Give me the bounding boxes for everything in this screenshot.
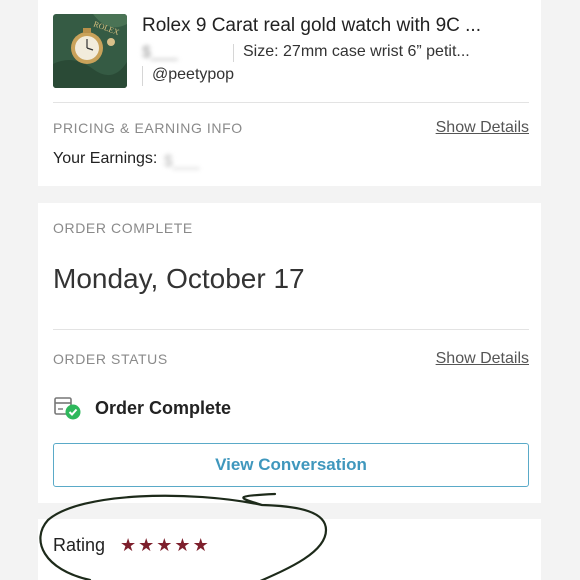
view-conversation-button[interactable]: View Conversation: [53, 443, 529, 487]
your-earnings: Your Earnings: $___: [53, 150, 236, 170]
earnings-label: Your Earnings:: [53, 150, 158, 167]
seller-separator: [142, 66, 143, 86]
item-size: Size: 27mm case wrist 6” petit...: [243, 43, 470, 60]
seller-username[interactable]: @peetypop: [152, 66, 234, 84]
star-icon: ★: [120, 535, 137, 555]
order-status-row: Order Complete: [53, 395, 231, 421]
package-check-icon: [53, 395, 83, 421]
pricing-show-details-link[interactable]: Show Details: [436, 119, 529, 137]
star-icon: ★: [156, 535, 173, 555]
order-status-label: Order Complete: [95, 397, 232, 418]
rating-stars: ★ ★ ★ ★ ★: [120, 534, 209, 556]
rating-label: Rating: [53, 535, 106, 555]
star-icon: ★: [192, 535, 209, 555]
order-status-show-details-link[interactable]: Show Details: [436, 350, 529, 368]
watch-image: ROLEX: [53, 14, 127, 88]
pricing-heading: PRICING & EARNING INFO: [53, 120, 243, 136]
order-card: ORDER COMPLETE Monday, October 17 ORDER …: [38, 203, 541, 503]
divider: [53, 329, 529, 330]
item-thumbnail[interactable]: ROLEX: [53, 14, 127, 88]
item-price: $___: [142, 44, 178, 61]
item-card: ROLEX Rolex 9 Carat real gold watch with…: [38, 0, 541, 186]
divider: [53, 102, 529, 103]
price-separator: [233, 44, 234, 62]
order-detail-column: ROLEX Rolex 9 Carat real gold watch with…: [38, 0, 541, 580]
order-date: Monday, October 17: [53, 263, 305, 294]
order-complete-heading: ORDER COMPLETE: [53, 220, 193, 236]
earnings-value: $___: [163, 152, 200, 170]
item-title[interactable]: Rolex 9 Carat real gold watch with 9C ..…: [142, 14, 532, 38]
star-icon: ★: [138, 535, 155, 555]
rating-card: Rating ★ ★ ★ ★ ★: [38, 519, 541, 580]
star-icon: ★: [174, 535, 191, 555]
order-status-heading: ORDER STATUS: [53, 351, 168, 367]
